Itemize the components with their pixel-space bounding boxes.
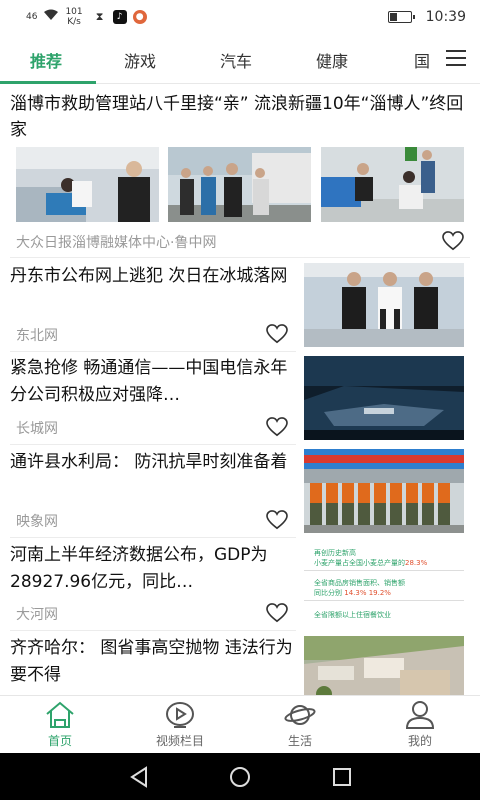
menu-icon[interactable] <box>446 50 466 66</box>
home-circle-icon[interactable] <box>228 765 252 789</box>
article-image <box>304 263 464 347</box>
app-notification-icon: ● <box>132 10 147 24</box>
article-title[interactable]: 丹东市公布网上逃犯 次日在冰城落网 <box>10 263 296 290</box>
network-speed: 101 K/s <box>65 7 82 27</box>
nav-profile[interactable]: 我的 <box>370 700 470 749</box>
article-image <box>304 449 464 533</box>
favorite-heart-icon[interactable] <box>266 324 288 344</box>
tab-recommend[interactable]: 推荐 <box>30 48 62 72</box>
active-tab-indicator <box>0 81 96 84</box>
tab-cars[interactable]: 汽车 <box>220 48 252 72</box>
recent-apps-icon[interactable] <box>330 765 354 789</box>
article-image <box>16 147 159 222</box>
tab-games[interactable]: 游戏 <box>124 48 156 72</box>
category-tab-bar: 推荐 游戏 汽车 健康 国 <box>0 34 480 84</box>
speed-unit: K/s <box>67 17 81 27</box>
article-title[interactable]: 齐齐哈尔： 图省事高空抛物 违法行为要不得 <box>10 635 296 689</box>
divider <box>10 257 470 258</box>
favorite-heart-icon[interactable] <box>266 603 288 623</box>
article-image <box>168 147 311 222</box>
nav-home[interactable]: 首页 <box>10 700 110 749</box>
clock: 10:39 <box>425 9 466 25</box>
article-image <box>321 147 464 222</box>
nav-label: 生活 <box>287 734 312 748</box>
speed-value: 101 <box>65 7 83 17</box>
favorite-heart-icon[interactable] <box>266 417 288 437</box>
home-icon <box>44 700 76 730</box>
article-source: 大河网 <box>16 607 58 623</box>
hourglass-icon: ⧗ <box>95 10 104 23</box>
bottom-navigation: 首页 视频栏目 生活 我的 <box>0 695 480 753</box>
wifi-icon <box>43 9 59 25</box>
favorite-heart-icon[interactable] <box>442 231 464 251</box>
article-title[interactable]: 紧急抢修 畅通通信——中国电信永年分公司积极应对强降… <box>10 355 296 409</box>
article-image <box>304 636 464 695</box>
article-source: 东北网 <box>16 328 58 344</box>
divider <box>10 537 296 538</box>
article-source: 大众日报淄博融媒体中心·鲁中网 <box>16 235 217 251</box>
infographic-text: 全省商品房销售面积、销售额 <box>314 579 405 587</box>
divider <box>10 351 296 352</box>
favorite-heart-icon[interactable] <box>266 510 288 530</box>
tab-international[interactable]: 国 <box>414 48 430 72</box>
article-source: 映象网 <box>16 514 58 530</box>
divider <box>10 630 296 631</box>
video-play-icon <box>164 700 196 730</box>
article-title[interactable]: 河南上半年经济数据公布，GDP为28927.96亿元，同比… <box>10 542 296 596</box>
infographic-image: 再创历史新高 小麦产量占全国小麦总产量的28.3% 全省商品房销售面积、销售额 … <box>304 542 464 626</box>
news-feed[interactable]: 淄博市救助管理站八千里接“亲” 流浪新疆10年“淄博人”终回家 大众日报淄博融媒… <box>0 85 480 695</box>
article-title[interactable]: 通许县水利局： 防汛抗旱时刻准备着 <box>10 449 296 476</box>
nav-life[interactable]: 生活 <box>250 700 350 749</box>
battery-icon <box>387 11 415 23</box>
tiktok-icon: ♪ <box>112 10 127 24</box>
nav-label: 视频栏目 <box>155 734 204 748</box>
user-icon <box>404 700 436 730</box>
infographic-text: 小麦产量占全国小麦总产量的28.3% <box>314 559 428 567</box>
system-navigation-bar <box>0 753 480 800</box>
planet-icon <box>284 700 316 730</box>
infographic-text: 全省限额以上住宿餐饮业 <box>314 611 391 619</box>
tab-health[interactable]: 健康 <box>316 48 348 72</box>
back-icon[interactable] <box>128 765 152 789</box>
nav-video-channel[interactable]: 视频栏目 <box>130 700 230 749</box>
status-bar: 46 101 K/s ⧗ ♪ ● 10:39 <box>0 0 480 34</box>
nav-label: 我的 <box>407 734 432 748</box>
nav-label: 首页 <box>47 734 72 748</box>
article-source: 长城网 <box>16 421 58 437</box>
divider <box>10 444 296 445</box>
signal-indicator: 46 <box>26 11 38 22</box>
article-title: 淄博市救助管理站八千里接“亲” 流浪新疆10年“淄博人”终回家 <box>10 94 464 140</box>
infographic-text: 同比分别 14.3% 19.2% <box>314 589 391 597</box>
article-image <box>304 356 464 440</box>
infographic-text: 再创历史新高 <box>314 549 356 557</box>
